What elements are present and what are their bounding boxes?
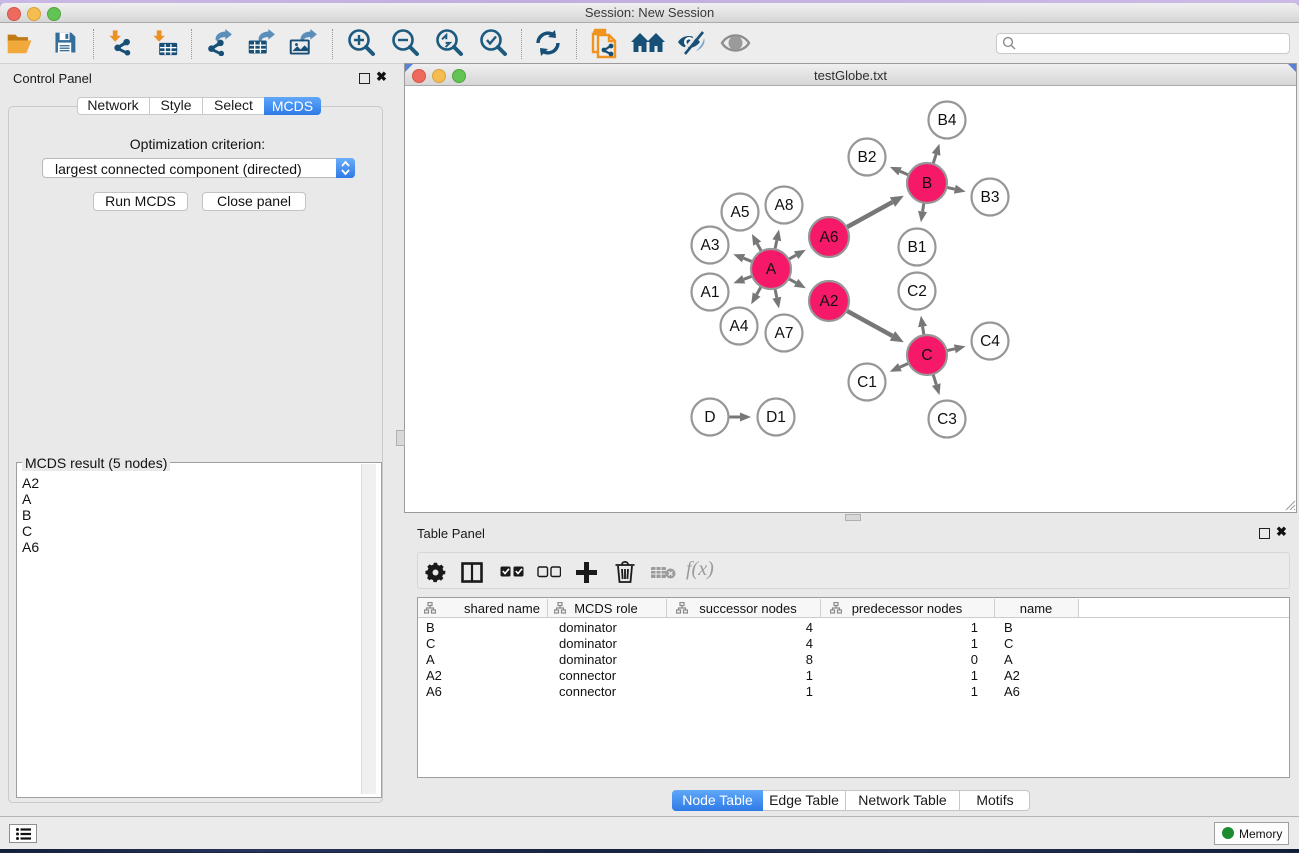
- svg-text:A: A: [766, 261, 777, 278]
- svg-text:B: B: [922, 175, 932, 192]
- svg-text:B4: B4: [938, 112, 957, 129]
- svg-text:B1: B1: [908, 239, 927, 256]
- svg-text:A6: A6: [820, 229, 839, 246]
- svg-text:C: C: [921, 347, 932, 364]
- svg-text:B2: B2: [858, 149, 877, 166]
- svg-text:A3: A3: [701, 237, 720, 254]
- svg-text:A1: A1: [701, 284, 720, 301]
- svg-text:C2: C2: [907, 283, 927, 300]
- svg-text:A7: A7: [775, 325, 794, 342]
- svg-text:D: D: [704, 409, 715, 426]
- svg-text:A5: A5: [731, 204, 750, 221]
- svg-text:A8: A8: [775, 197, 794, 214]
- svg-text:D1: D1: [766, 409, 786, 426]
- svg-text:A2: A2: [820, 293, 839, 310]
- svg-text:C3: C3: [937, 411, 957, 428]
- svg-text:B3: B3: [981, 189, 1000, 206]
- svg-text:C1: C1: [857, 374, 877, 391]
- svg-text:C4: C4: [980, 333, 1000, 350]
- svg-text:A4: A4: [730, 318, 749, 335]
